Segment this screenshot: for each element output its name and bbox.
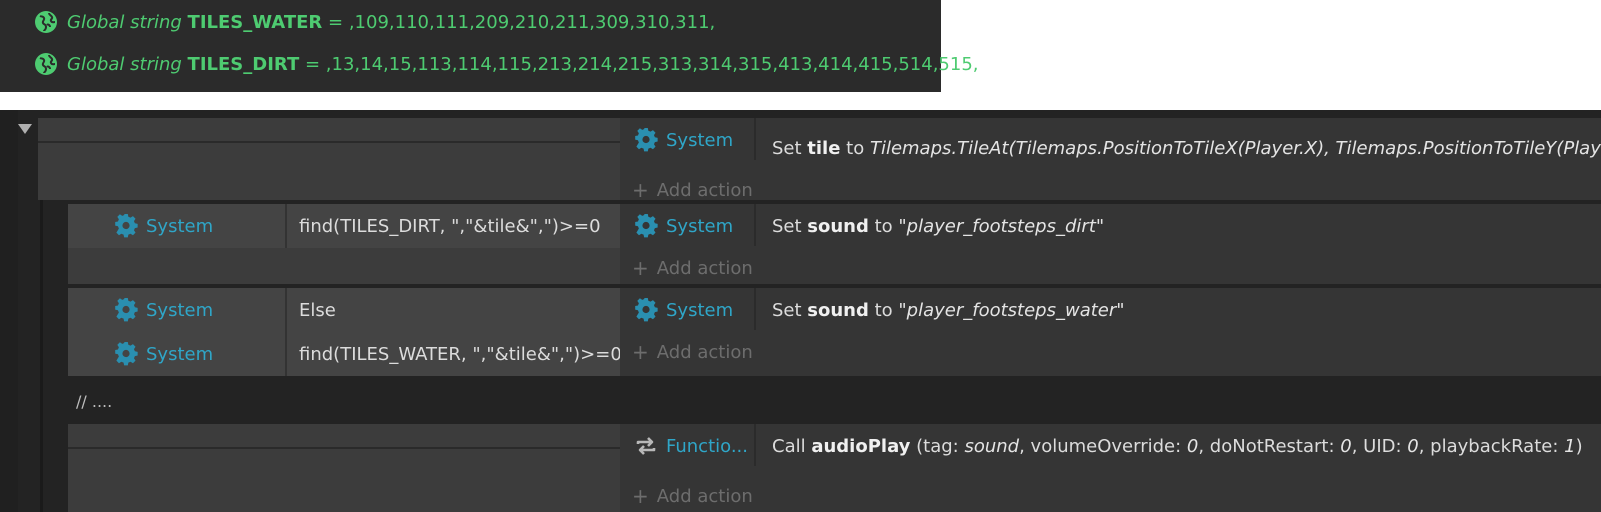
event-4-actions: Functio... Call audioPlay (tag: sound, v…	[620, 424, 1601, 512]
event-sheet: System Set tile to Tilemaps.TileAt(Tilem…	[0, 110, 1601, 512]
action-text[interactable]: Call audioPlay (tag: sound, volumeOverri…	[772, 436, 1583, 457]
divider	[38, 141, 620, 143]
add-action-label: Add action	[656, 257, 753, 279]
global-var-kind: Global string	[67, 11, 182, 33]
condition-object-label: System	[146, 215, 214, 237]
action-text[interactable]: Set sound to "player_footsteps_dirt"	[772, 216, 1104, 237]
param-label: , playbackRate:	[1418, 436, 1565, 457]
action-object-functions[interactable]: Functio...	[634, 434, 748, 458]
gear-icon	[635, 214, 658, 238]
event-1-conditions[interactable]	[38, 118, 620, 200]
divider	[285, 288, 287, 332]
global-var-tiles-water[interactable]: Global string TILES_WATER = ,109,110,111…	[34, 7, 715, 37]
action-expression: "player_footsteps_dirt"	[898, 216, 1105, 237]
global-var-op: =	[328, 11, 344, 33]
condition-object-system[interactable]: System	[114, 342, 213, 366]
global-var-tiles-dirt[interactable]: Global string TILES_DIRT = ,13,14,15,113…	[34, 49, 979, 79]
action-variable: sound	[807, 300, 869, 321]
action-verb: Set	[772, 138, 808, 159]
action-text[interactable]: Set sound to "player_footsteps_water"	[772, 300, 1125, 321]
add-action-label: Add action	[656, 179, 753, 201]
action-expression: Tilemaps.TileAt(Tilemaps.PositionToTileX…	[869, 138, 1601, 159]
repeat-arrows-icon	[636, 437, 656, 455]
collapse-triangle-icon[interactable]	[16, 122, 34, 136]
globe-icon	[35, 11, 57, 33]
add-action-button[interactable]: + Add action	[632, 340, 753, 364]
function-name: audioPlay	[811, 436, 911, 457]
condition-text: find(TILES_DIRT, ","&tile&",")>=0	[299, 216, 601, 237]
action-to: to	[868, 300, 899, 321]
action-expression: "player_footsteps_water"	[898, 300, 1125, 321]
condition-text: find(TILES_WATER, ","&tile&",")>=0	[299, 344, 622, 365]
gear-icon	[115, 342, 138, 366]
globe-icon	[35, 53, 57, 75]
add-action-label: Add action	[656, 341, 753, 363]
param-label: , doNotRestart:	[1198, 436, 1341, 457]
global-var-op: =	[304, 53, 321, 75]
param-label: , UID:	[1351, 436, 1408, 457]
event-3-conditions: System Else System find(TILES_WATER, ","…	[68, 288, 622, 376]
comment[interactable]: // ....	[76, 392, 112, 411]
param-value: 0	[1407, 436, 1419, 457]
action-variable: sound	[807, 216, 869, 237]
condition-row[interactable]: System Else	[68, 288, 620, 332]
param-value: 0	[1186, 436, 1199, 457]
action-object-label: System	[666, 129, 734, 151]
action-object-system[interactable]: System	[634, 128, 733, 152]
condition-object-system[interactable]: System	[114, 214, 213, 238]
action-verb: Set	[772, 216, 808, 237]
param-close: )	[1575, 436, 1583, 457]
action-verb: Set	[772, 300, 808, 321]
divider	[285, 204, 287, 248]
global-var-name: TILES_WATER	[187, 11, 323, 33]
action-object-label: System	[666, 299, 734, 321]
action-object-system[interactable]: System	[634, 214, 733, 238]
divider	[754, 118, 756, 160]
condition-object-label: System	[146, 343, 214, 365]
global-var-kind: Global string	[67, 53, 182, 75]
action-text[interactable]: Set tile to Tilemaps.TileAt(Tilemaps.Pos…	[772, 138, 1601, 159]
divider	[754, 288, 756, 330]
action-verb: Call	[772, 436, 812, 457]
global-var-value: ,13,14,15,113,114,115,213,214,215,313,31…	[325, 53, 979, 75]
action-object-label: Functio...	[666, 435, 749, 457]
param-value: 0	[1340, 436, 1352, 457]
condition-row[interactable]: System find(TILES_DIRT, ","&tile&",")>=0	[68, 204, 620, 248]
param-value: sound	[964, 436, 1020, 457]
action-object-label: System	[666, 215, 734, 237]
divider	[285, 332, 287, 376]
gear-icon	[115, 298, 138, 322]
add-action-button[interactable]: + Add action	[632, 178, 753, 202]
action-object-system[interactable]: System	[634, 298, 733, 322]
gear-icon	[635, 128, 658, 152]
gear-icon	[635, 298, 658, 322]
tree-line	[40, 198, 43, 512]
gear-icon	[115, 214, 138, 238]
global-var-name: TILES_DIRT	[187, 53, 300, 75]
action-to: to	[840, 138, 870, 159]
event-4-conditions[interactable]	[68, 424, 620, 512]
event-3-actions: System Set sound to "player_footsteps_wa…	[620, 288, 1601, 376]
add-action-button[interactable]: + Add action	[632, 484, 753, 508]
condition-text: Else	[299, 300, 336, 321]
condition-object-label: System	[146, 299, 214, 321]
global-variables-panel: Global string TILES_WATER = ,109,110,111…	[0, 0, 979, 92]
add-action-label: Add action	[656, 485, 753, 507]
param-label: (tag:	[910, 436, 965, 457]
param-label: , volumeOverride:	[1019, 436, 1187, 457]
divider	[754, 424, 756, 466]
global-var-value: ,109,110,111,209,210,211,309,310,311,	[348, 11, 716, 33]
divider	[68, 447, 620, 449]
action-to: to	[868, 216, 899, 237]
event-2-actions: System Set sound to "player_footsteps_di…	[620, 204, 1601, 284]
action-variable: tile	[807, 138, 841, 159]
add-action-button[interactable]: + Add action	[632, 256, 753, 280]
condition-object-system[interactable]: System	[114, 298, 213, 322]
divider	[754, 204, 756, 246]
event-2-conditions: System find(TILES_DIRT, ","&tile&",")>=0	[68, 204, 620, 284]
sheet-gutter	[0, 110, 18, 512]
param-value: 1	[1564, 436, 1576, 457]
condition-row[interactable]: System find(TILES_WATER, ","&tile&",")>=…	[68, 332, 622, 376]
event-1-actions: System Set tile to Tilemaps.TileAt(Tilem…	[620, 118, 1601, 202]
